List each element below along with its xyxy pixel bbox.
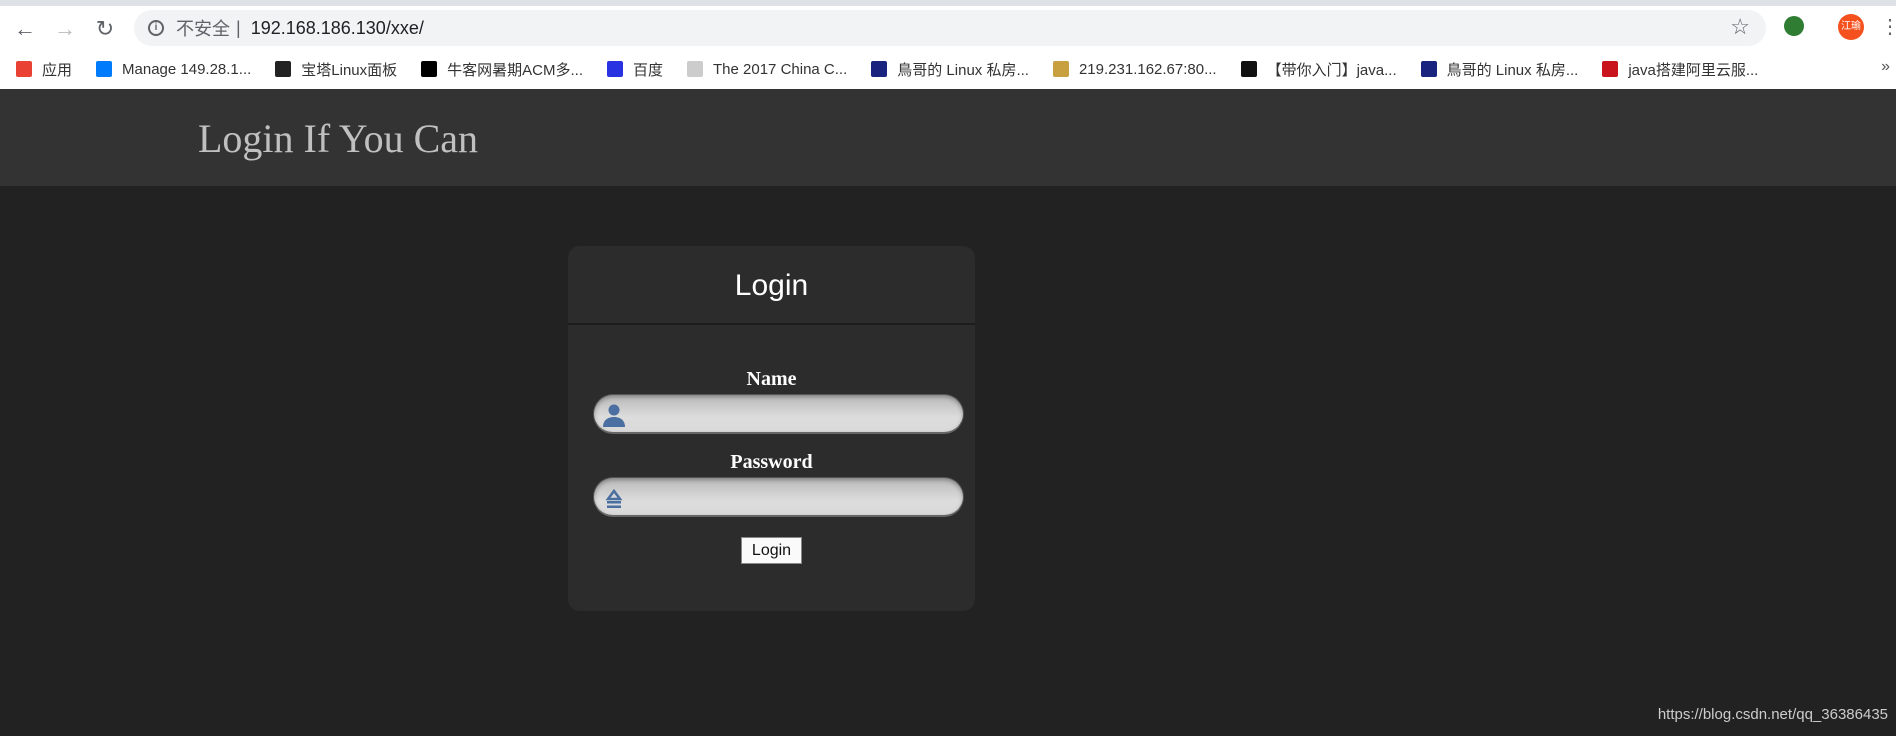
password-label: Password: [730, 451, 813, 473]
bt-icon: [275, 61, 292, 77]
separator: |: [236, 17, 241, 38]
password-input[interactable]: [593, 477, 964, 517]
bookmark-star-icon[interactable]: ☆: [1730, 14, 1750, 40]
bookmark-label: The 2017 China C...: [713, 60, 848, 78]
back-icon[interactable]: ←: [10, 16, 40, 42]
bookmark-item[interactable]: The 2017 China C...: [687, 61, 847, 78]
bookmark-label: 宝塔Linux面板: [301, 61, 398, 79]
address-bar[interactable]: i 不安全 | 192.168.186.130/xxe/ ☆: [134, 10, 1766, 46]
bookmark-item[interactable]: 鳥哥的 Linux 私房...: [1420, 59, 1579, 80]
more-bookmarks-icon[interactable]: »: [1881, 58, 1890, 76]
user-icon: [603, 404, 625, 427]
csdn-c-icon: [1602, 61, 1619, 77]
nowcoder-icon: [421, 61, 438, 77]
bookmark-label: Manage 149.28.1...: [122, 60, 252, 78]
bookmark-label: 百度: [633, 61, 664, 79]
url-text[interactable]: 192.168.186.130/xxe/: [251, 18, 424, 39]
site-title: Login If You Can: [198, 116, 479, 161]
bookmark-item[interactable]: 【带你入门】java...: [1240, 59, 1397, 80]
name-input[interactable]: [593, 394, 964, 434]
menu-kebab-icon[interactable]: ⋮: [1880, 14, 1896, 39]
login-card: Login Name Password Login: [568, 246, 975, 611]
site-header: Login If You Can: [0, 89, 1896, 186]
vbird-icon: [871, 61, 888, 77]
baidu-paw-icon: [607, 61, 623, 77]
bookmark-item[interactable]: 219.231.162.67:80...: [1052, 60, 1217, 78]
bookmark-item[interactable]: 宝塔Linux面板: [275, 59, 397, 80]
bookmark-label: 鳥哥的 Linux 私房...: [1446, 61, 1579, 79]
n-icon: [1240, 61, 1257, 77]
profile-avatar[interactable]: 江瑜: [1838, 14, 1864, 40]
reload-icon[interactable]: ↻: [90, 16, 120, 42]
name-label: Name: [746, 368, 797, 390]
page-icon: [687, 61, 704, 77]
bookmark-label: 【带你入门】java...: [1266, 61, 1397, 79]
bookmark-item[interactable]: 鳥哥的 Linux 私房...: [871, 59, 1029, 80]
extension-icon[interactable]: [1784, 16, 1804, 36]
security-label: 不安全: [176, 19, 230, 39]
login-title: Login: [568, 246, 975, 325]
bookmark-label: 牛客网暑期ACM多...: [447, 61, 583, 79]
bookmark-label: 应用: [42, 61, 73, 79]
bookmark-item[interactable]: java搭建阿里云服...: [1602, 59, 1758, 80]
apps-grid-icon: [16, 61, 32, 77]
vultr-icon: [96, 61, 113, 77]
forward-icon[interactable]: →: [50, 16, 80, 42]
tomcat-icon: [1052, 61, 1069, 77]
vbird-icon: [1420, 61, 1437, 77]
bookmark-item[interactable]: 百度: [607, 59, 663, 80]
bookmark-label: java搭建阿里云服...: [1628, 61, 1759, 79]
bookmark-item[interactable]: 应用: [16, 59, 72, 80]
watermark: https://blog.csdn.net/qq_36386435: [1657, 706, 1888, 723]
browser-chrome: ← → ↻ i 不安全 | 192.168.186.130/xxe/ ☆ 江瑜 …: [0, 0, 1896, 89]
bookmarks-bar: 应用 Manage 149.28.1... 宝塔Linux面板 牛客网暑期ACM多..…: [0, 50, 1896, 88]
bookmark-item[interactable]: Manage 149.28.1...: [96, 61, 251, 78]
info-icon[interactable]: i: [148, 20, 164, 36]
lock-icon: [605, 488, 623, 508]
bookmark-item[interactable]: 牛客网暑期ACM多...: [421, 59, 583, 80]
bookmark-label: 219.231.162.67:80...: [1078, 60, 1217, 78]
bookmark-label: 鳥哥的 Linux 私房...: [897, 61, 1029, 79]
login-button[interactable]: Login: [741, 537, 802, 564]
